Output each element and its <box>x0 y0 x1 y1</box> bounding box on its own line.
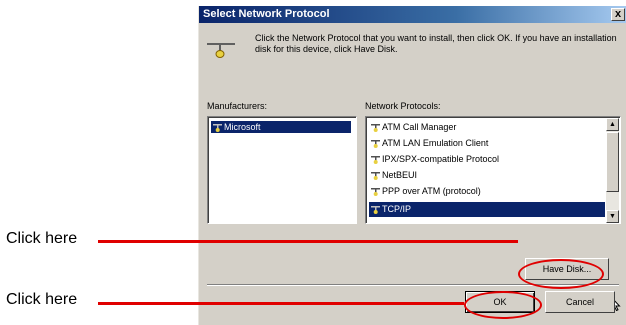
protocol-item-netbeui[interactable]: NetBEUI <box>369 169 605 181</box>
instructions-text: Click the Network Protocol that you want… <box>255 33 617 54</box>
protocol-icon <box>371 156 380 164</box>
manufacturer-item-microsoft[interactable]: Microsoft <box>211 121 351 133</box>
annotation-label-ok: Click here <box>6 291 78 308</box>
cancel-button[interactable]: Cancel <box>545 291 615 313</box>
protocol-icon <box>371 140 380 148</box>
scroll-up-arrow-icon[interactable]: ▲ <box>606 118 619 131</box>
protocol-label: ATM LAN Emulation Client <box>382 138 489 148</box>
manufacturer-icon <box>213 124 222 132</box>
protocol-label: NetBEUI <box>382 170 418 180</box>
protocol-item-ipx-spx[interactable]: IPX/SPX-compatible Protocol <box>369 153 605 165</box>
protocols-listbox[interactable]: ATM Call Manager ATM LAN Emulation Clien… <box>365 116 621 224</box>
annotation-line-ok <box>98 302 464 305</box>
protocols-scrollbar[interactable]: ▲ ▼ <box>606 118 619 223</box>
protocol-item-ppp-over-atm[interactable]: PPP over ATM (protocol) <box>369 185 605 197</box>
cancel-label: Cancel <box>565 297 594 307</box>
protocol-icon <box>371 124 380 132</box>
protocol-label: TCP/IP <box>382 204 412 214</box>
protocols-label: Network Protocols: <box>365 101 441 111</box>
protocol-label: IPX/SPX-compatible Protocol <box>382 154 500 164</box>
manufacturer-label: Microsoft <box>224 122 261 132</box>
annotation-line-have-disk <box>98 240 518 243</box>
manufacturers-label: Manufacturers: <box>207 101 268 111</box>
protocol-label: PPP over ATM (protocol) <box>382 186 481 196</box>
scroll-thumb[interactable] <box>606 132 619 192</box>
ok-highlight-ellipse <box>464 291 542 319</box>
protocol-icon <box>371 188 380 196</box>
title-bar[interactable]: Select Network Protocol x <box>199 6 626 23</box>
protocol-item-atm-lan-emulation-client[interactable]: ATM LAN Emulation Client <box>369 137 605 149</box>
have-disk-highlight-ellipse <box>518 259 604 289</box>
manufacturers-listbox[interactable]: Microsoft <box>207 116 357 224</box>
protocol-label: ATM Call Manager <box>382 122 457 132</box>
scroll-down-arrow-icon[interactable]: ▼ <box>606 210 619 223</box>
protocol-icon <box>371 206 380 214</box>
close-button[interactable]: x <box>611 8 625 21</box>
protocol-item-tcp-ip[interactable]: TCP/IP <box>369 202 605 217</box>
protocol-item-atm-call-manager[interactable]: ATM Call Manager <box>369 121 605 133</box>
dialog-title: Select Network Protocol <box>203 8 330 20</box>
annotation-label-have-disk: Click here <box>6 230 78 247</box>
protocol-icon <box>371 172 380 180</box>
network-protocol-icon <box>207 43 235 58</box>
